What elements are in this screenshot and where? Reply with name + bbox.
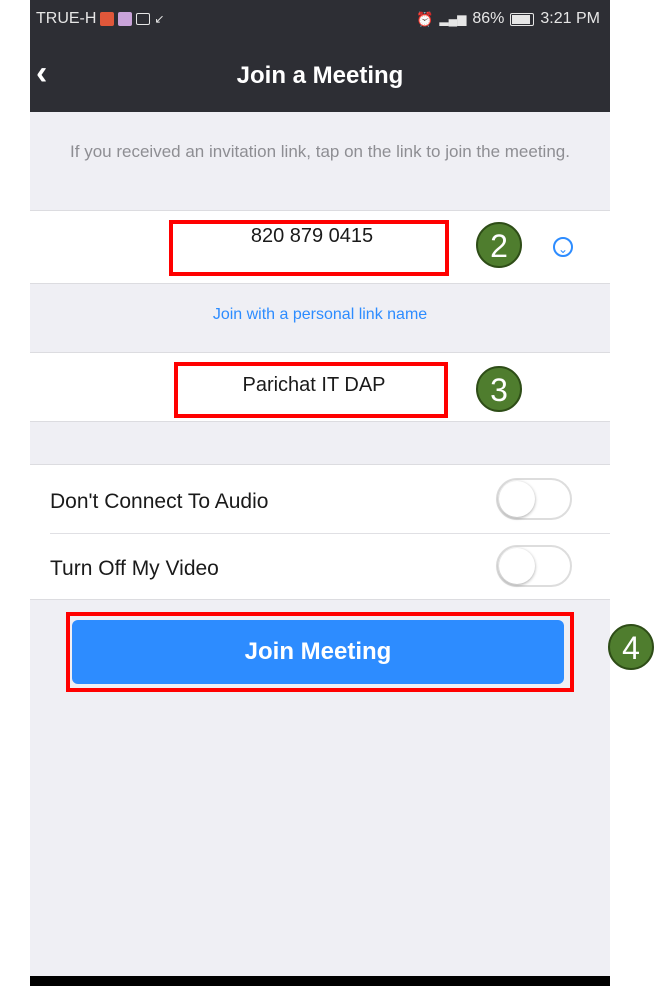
- audio-option-label: Don't Connect To Audio: [50, 490, 269, 513]
- phone-screen: TRUE-H ↙ ⏰ ▂▄▆ 86% 3:21 PM ‹ Join a Meet…: [30, 0, 610, 986]
- carrier-label: TRUE-H: [36, 10, 97, 27]
- battery-percent: 86%: [472, 10, 505, 27]
- mail-icon: [136, 13, 151, 25]
- highlight-join-button: [66, 612, 574, 692]
- audio-toggle[interactable]: [496, 478, 572, 520]
- highlight-meeting-id: [169, 220, 449, 276]
- missed-call-icon: ↙: [154, 12, 165, 26]
- bottom-bar: [30, 976, 610, 986]
- step-badge-3: 3: [476, 366, 522, 412]
- photo-notification-icon: [118, 12, 133, 26]
- invitation-hint: If you received an invitation link, tap …: [70, 142, 570, 161]
- highlight-name: [174, 362, 448, 418]
- step-badge-4: 4: [608, 624, 654, 670]
- nav-bar: ‹ Join a Meeting: [30, 40, 610, 112]
- video-toggle[interactable]: [496, 545, 572, 587]
- video-option-label: Turn Off My Video: [50, 557, 219, 580]
- personal-link-button[interactable]: Join with a personal link name: [30, 306, 610, 324]
- status-right: ⏰ ▂▄▆ 86% 3:21 PM: [416, 10, 600, 28]
- chevron-down-icon[interactable]: ⌄: [553, 237, 573, 257]
- clock: 3:21 PM: [540, 10, 600, 27]
- status-left: TRUE-H ↙: [36, 10, 165, 28]
- notification-icon: [100, 12, 115, 26]
- step-badge-2: 2: [476, 222, 522, 268]
- toggle-knob: [499, 548, 535, 584]
- status-bar: TRUE-H ↙ ⏰ ▂▄▆ 86% 3:21 PM: [30, 0, 610, 40]
- signal-icon: ▂▄▆: [439, 12, 467, 26]
- options-divider: [50, 533, 610, 534]
- alarm-icon: ⏰: [415, 10, 434, 27]
- page-title: Join a Meeting: [236, 62, 404, 89]
- toggle-knob: [499, 481, 535, 517]
- battery-icon: [510, 12, 535, 26]
